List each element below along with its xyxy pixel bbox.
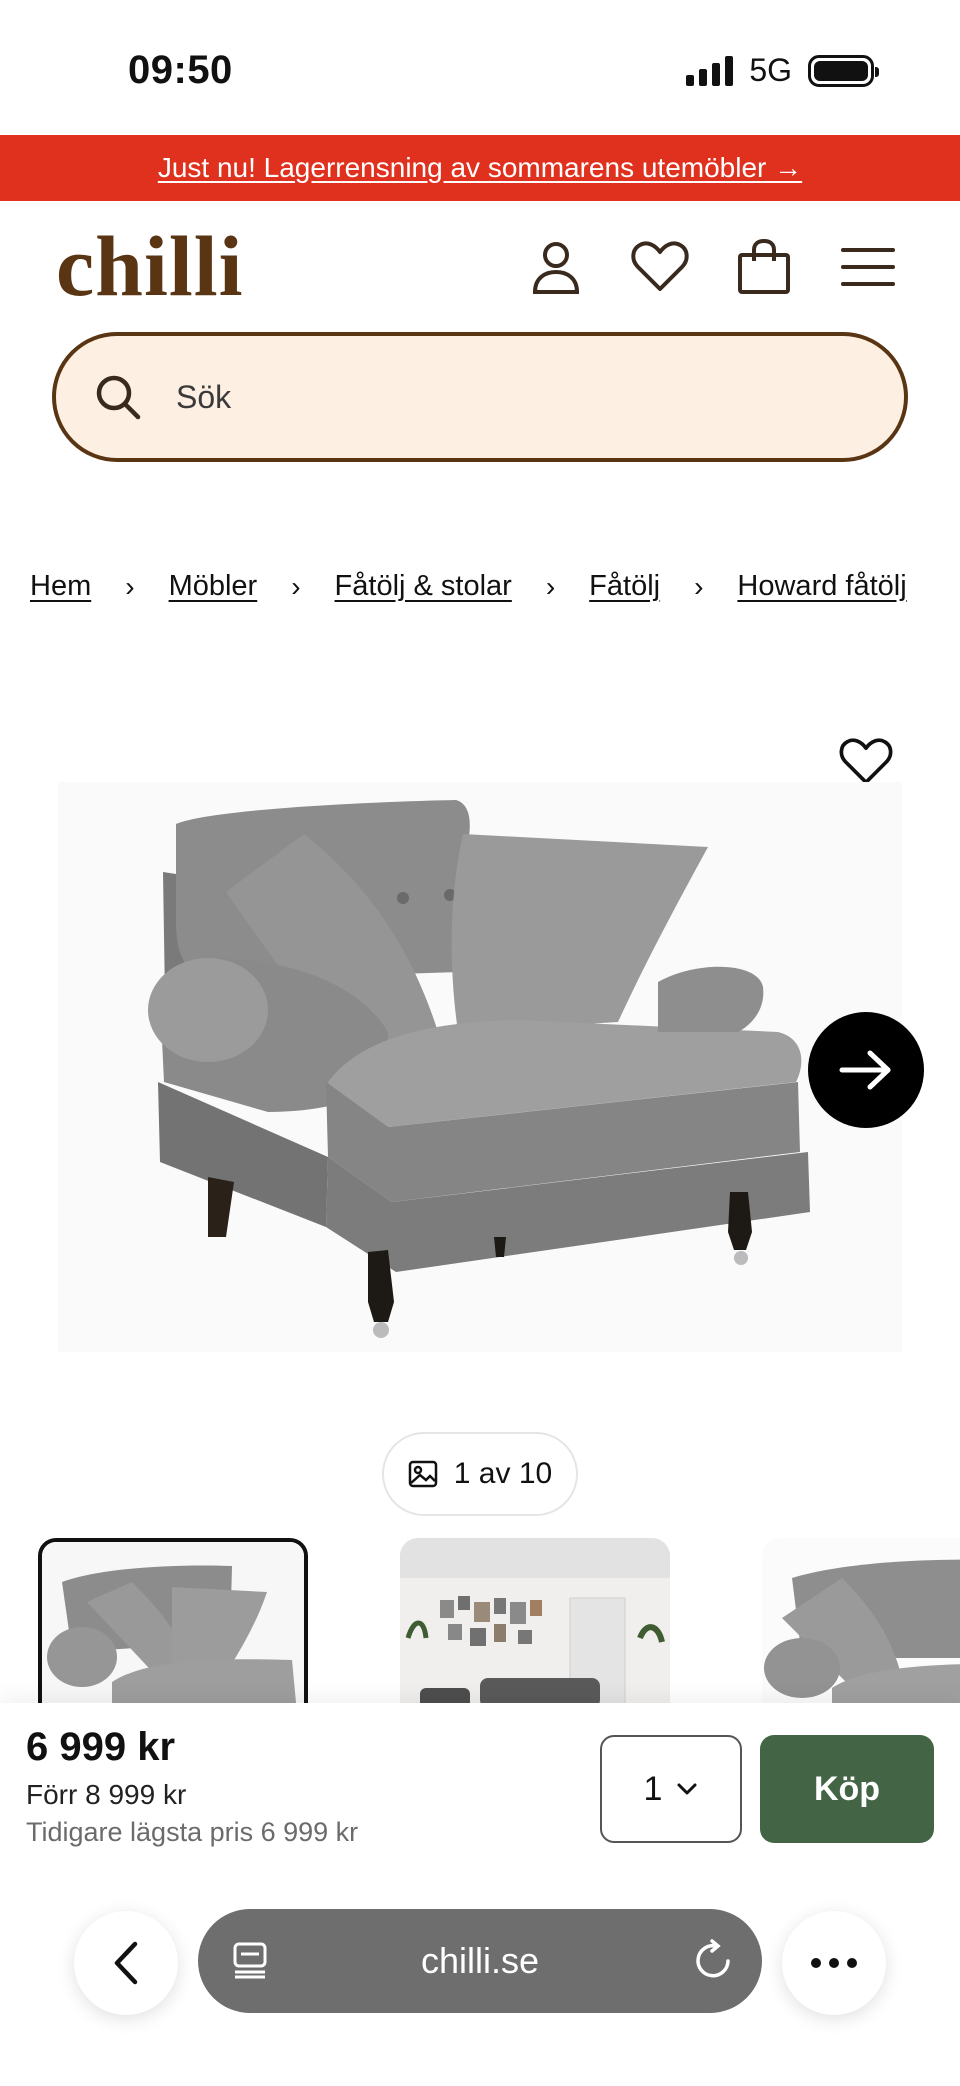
lowest-price-note: Tidigare lägsta pris 6 999 kr [26, 1817, 359, 1847]
search-input[interactable] [176, 378, 876, 416]
status-bar: 09:50 5G [0, 0, 960, 135]
search-icon [94, 371, 146, 423]
breadcrumb-item-mobler[interactable]: Möbler [169, 570, 258, 603]
thumbnail-2[interactable] [400, 1538, 670, 1704]
ellipsis-icon [811, 1958, 857, 1968]
image-icon [408, 1460, 438, 1488]
back-button[interactable] [74, 1911, 178, 2015]
breadcrumb-separator: › [694, 570, 704, 602]
thumbnail-strip [0, 1538, 960, 1704]
product-main-image[interactable] [58, 782, 902, 1352]
thumbnail-armchair-closeup-image [762, 1538, 960, 1704]
image-counter: 1 av 10 [382, 1432, 578, 1516]
breadcrumb-item-fatolj[interactable]: Fåtölj [589, 570, 660, 603]
buy-bar: 6 999 kr Förr 8 999 kr Tidigare lägsta p… [0, 1703, 960, 1903]
quantity-select[interactable]: 1 [600, 1735, 742, 1843]
thumbnail-room-image [400, 1538, 670, 1704]
promo-banner: Just nu! Lagerrensning av sommarens utem… [0, 135, 960, 201]
product-gallery [0, 700, 960, 1420]
chevron-down-icon [677, 1783, 697, 1795]
menu-icon[interactable] [838, 237, 898, 297]
breadcrumb-separator: › [291, 570, 301, 602]
breadcrumb-separator: › [125, 570, 135, 602]
user-icon[interactable] [526, 237, 586, 297]
chevron-left-icon [114, 1941, 138, 1985]
buy-button[interactable]: Köp [760, 1735, 934, 1843]
page-menu-icon[interactable] [232, 1941, 268, 1979]
status-time: 09:50 [128, 48, 233, 92]
site-header: chilli [0, 201, 960, 326]
arrow-right-icon [839, 1050, 891, 1090]
status-indicators: 5G [686, 52, 879, 89]
previous-price: Förr 8 999 kr [26, 1779, 187, 1810]
quantity-value: 1 [643, 1769, 663, 1808]
browser-toolbar: chilli.se [0, 1903, 960, 2086]
url-text: chilli.se [420, 1940, 540, 1981]
battery-icon [808, 54, 879, 87]
reload-icon[interactable] [694, 1939, 734, 1981]
next-image-button[interactable] [808, 1012, 924, 1128]
thumbnail-3[interactable] [762, 1538, 960, 1704]
more-button[interactable] [782, 1911, 886, 2015]
thumbnail-armchair-image [42, 1542, 304, 1704]
image-counter-text: 1 av 10 [453, 1457, 553, 1490]
thumbnail-1[interactable] [38, 1538, 308, 1704]
address-bar[interactable]: chilli.se [198, 1909, 762, 2013]
armchair-illustration [148, 800, 810, 1338]
heart-icon[interactable] [630, 237, 690, 297]
breadcrumb: Hem › Möbler › Fåtölj & stolar › Fåtölj … [30, 570, 907, 603]
header-actions [526, 237, 898, 297]
chilli-logo[interactable]: chilli [56, 223, 244, 309]
breadcrumb-item-fatolj-stolar[interactable]: Fåtölj & stolar [335, 570, 512, 603]
bag-icon[interactable] [734, 237, 794, 297]
search-bar [52, 332, 908, 462]
breadcrumb-item-howard-fatolj[interactable]: Howard fåtölj [737, 570, 906, 603]
current-price: 6 999 kr [26, 1725, 176, 1769]
promo-link[interactable]: Just nu! Lagerrensning av sommarens utem… [158, 152, 802, 184]
breadcrumb-separator: › [545, 570, 556, 602]
network-type: 5G [749, 52, 792, 88]
breadcrumb-item-hem[interactable]: Hem [30, 570, 91, 603]
signal-icon [686, 55, 734, 86]
